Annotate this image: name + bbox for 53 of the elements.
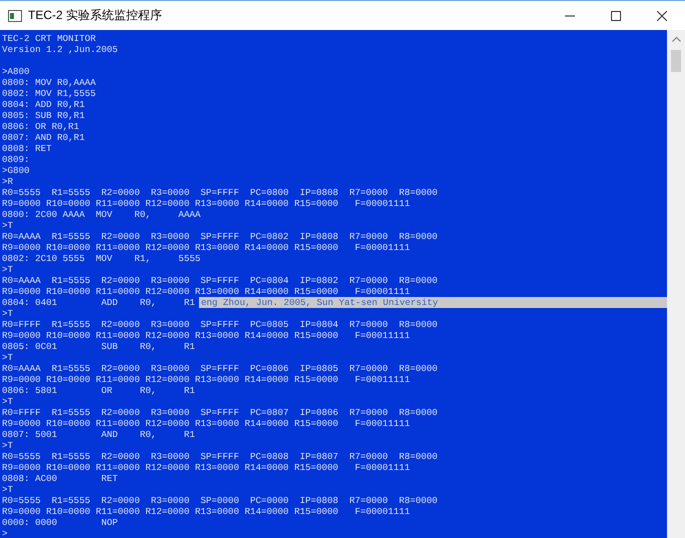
console-line: >A800 bbox=[2, 66, 30, 77]
window-title: TEC-2 实验系统监控程序 bbox=[28, 7, 164, 24]
console-line: 0800: 2C00 AAAA MOV R0, AAAA bbox=[2, 209, 200, 220]
console-app-icon bbox=[8, 10, 22, 22]
console-line: R0=5555 R1=5555 R2=0000 R3=0000 SP=FFFF PC=0800 IP=0808 R7=0000 R8=0000 bbox=[2, 187, 438, 198]
console-line: R9=0000 R10=0000 R11=0000 R12=0000 R13=0000 R14=0000 R15=0000 F=00001111 bbox=[2, 286, 410, 297]
console-line: 0800: MOV R0,AAAA bbox=[2, 77, 96, 88]
console-line: 0808: RET bbox=[2, 143, 52, 154]
console-line: >T bbox=[2, 440, 14, 451]
console-line: R9=0000 R10=0000 R11=0000 R12=0000 R13=0000 R14=0000 R15=0000 F=00011111 bbox=[2, 330, 410, 341]
console-line: 0806: OR R0,R1 bbox=[2, 121, 80, 132]
console-line: 0805: SUB R0,R1 bbox=[2, 110, 85, 121]
console-line: 0802: MOV R1,5555 bbox=[2, 88, 96, 99]
console-line: 0804: 0401 ADD R0, R1 bbox=[2, 297, 195, 308]
console-line: >T bbox=[2, 264, 14, 275]
console-line: 0804: ADD R0,R1 bbox=[2, 99, 85, 110]
scrollbar[interactable] bbox=[667, 30, 685, 538]
console-line: 0808: AC00 RET bbox=[2, 473, 118, 484]
console-line: R0=FFFF R1=5555 R2=0000 R3=0000 SP=FFFF PC=0807 IP=0806 R7=0000 R8=0000 bbox=[2, 407, 438, 418]
console-line: R9=0000 R10=0000 R11=0000 R12=0000 R13=0000 R14=0000 R15=0000 F=00001111 bbox=[2, 506, 410, 517]
console-line: R9=0000 R10=0000 R11=0000 R12=0000 R13=0000 R14=0000 R15=0000 F=00001111 bbox=[2, 462, 410, 473]
console-line: 0807: AND R0,R1 bbox=[2, 132, 85, 143]
console-line: 0802: 2C10 5555 MOV R1, 5555 bbox=[2, 253, 200, 264]
console-line: R0=AAAA R1=5555 R2=0000 R3=0000 SP=FFFF PC=0806 IP=0805 R7=0000 R8=0000 bbox=[2, 363, 438, 374]
console-line: >T bbox=[2, 396, 14, 407]
console-line: > bbox=[2, 528, 8, 538]
console-line: R9=0000 R10=0000 R11=0000 R12=0000 R13=0000 R14=0000 R15=0000 F=00011111 bbox=[2, 418, 410, 429]
console-line: R0=AAAA R1=5555 R2=0000 R3=0000 SP=FFFF PC=0804 IP=0802 R7=0000 R8=0000 bbox=[2, 275, 438, 286]
console-line: R9=0000 R10=0000 R11=0000 R12=0000 R13=0000 R14=0000 R15=0000 F=00001111 bbox=[2, 198, 410, 209]
console-line: >T bbox=[2, 484, 14, 495]
console-line: R0=5555 R1=5555 R2=0000 R3=0000 SP=FFFF PC=0808 IP=0807 R7=0000 R8=0000 bbox=[2, 451, 438, 462]
console-line: 0809: bbox=[2, 154, 30, 165]
console-line: R0=5555 R1=5555 R2=0000 R3=0000 SP=0000 PC=0000 IP=0808 R7=0000 R8=0000 bbox=[2, 495, 438, 506]
console-line: >T bbox=[2, 220, 14, 231]
console-line: R0=FFFF R1=5555 R2=0000 R3=0000 SP=FFFF PC=0805 IP=0804 R7=0000 R8=0000 bbox=[2, 319, 438, 330]
console-line: >R bbox=[2, 176, 14, 187]
console-line: Version 1.2 ,Jun.2005 bbox=[2, 44, 118, 55]
console-line: TEC-2 CRT MONITOR bbox=[2, 33, 96, 44]
console-line: >T bbox=[2, 352, 14, 363]
console-line: >T bbox=[2, 308, 14, 319]
console-line: >G800 bbox=[2, 165, 30, 176]
console-line: 0807: 5001 AND R0, R1 bbox=[2, 429, 195, 440]
maximize-icon bbox=[611, 10, 621, 20]
overlay-text: eng Zhou, Jun. 2005, Sun Yat-sen University bbox=[198, 297, 667, 308]
close-icon bbox=[657, 10, 667, 20]
console-line: 0805: 0C01 SUB R0, R1 bbox=[2, 341, 195, 352]
console-line: R9=0000 R10=0000 R11=0000 R12=0000 R13=0000 R14=0000 R15=0000 F=00011111 bbox=[2, 374, 410, 385]
console-line: 0806: 5801 OR R0, R1 bbox=[2, 385, 195, 396]
scroll-up-icon[interactable] bbox=[672, 36, 680, 42]
scroll-thumb[interactable] bbox=[671, 50, 681, 72]
console-line: R9=0000 R10=0000 R11=0000 R12=0000 R13=0000 R14=0000 R15=0000 F=00001111 bbox=[2, 242, 410, 253]
console-line: R0=AAAA R1=5555 R2=0000 R3=0000 SP=FFFF PC=0802 IP=0808 R7=0000 R8=0000 bbox=[2, 231, 438, 242]
console-line: 0000: 0000 NOP bbox=[2, 517, 118, 528]
